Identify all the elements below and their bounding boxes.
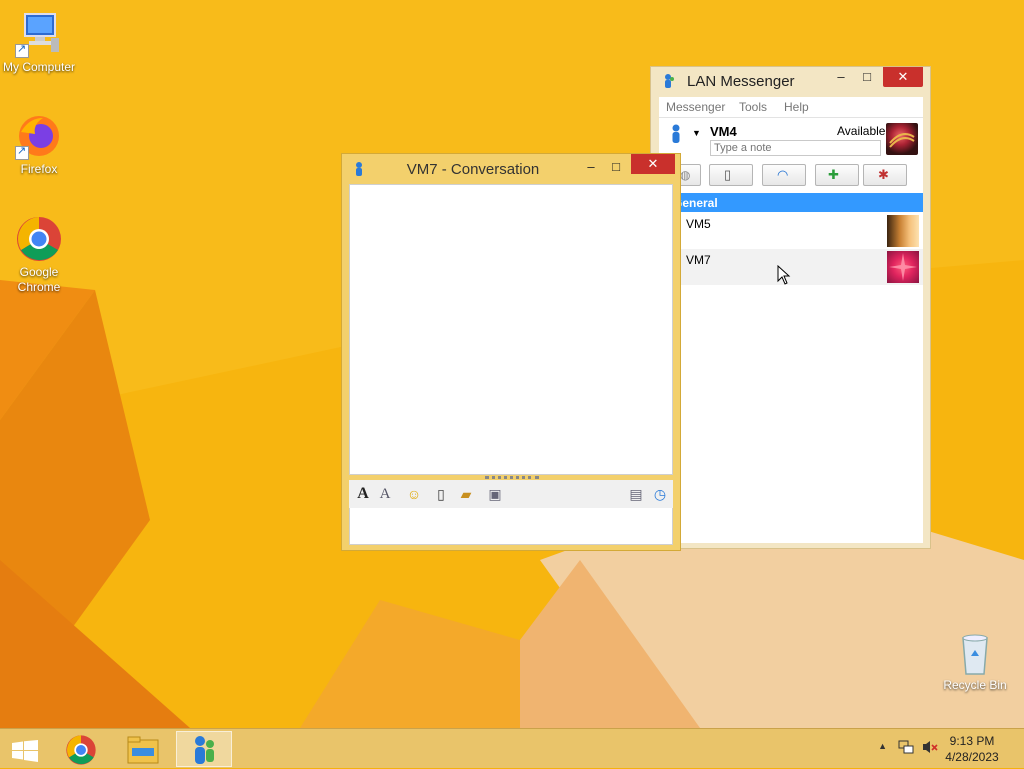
maximize-button[interactable]: □ (606, 157, 626, 177)
window-title: VM7 - Conversation (406, 161, 540, 178)
taskbar: ▲ 9:13 PM 4/28/2023 (0, 728, 1024, 768)
lan-messenger-icon (195, 736, 214, 764)
chat-icon: ◍ (680, 168, 691, 182)
computer-icon (15, 10, 63, 58)
menu-tools[interactable]: Tools (739, 100, 767, 114)
taskbar-chrome[interactable] (54, 731, 110, 767)
group-header[interactable]: General (659, 193, 923, 212)
desktop-icon-label: Recycle Bin (943, 678, 1007, 692)
lan-messenger-app-icon (661, 73, 675, 89)
clock-icon[interactable]: ◷ (651, 485, 669, 503)
shortcut-arrow-icon (15, 42, 29, 58)
send-file-icon[interactable]: ▯ (432, 485, 450, 503)
broadcast-icon: ◠ (777, 167, 789, 182)
mouse-cursor-icon (777, 265, 791, 285)
message-input[interactable] (349, 508, 673, 545)
chrome-icon (66, 735, 96, 765)
taskbar-file-explorer[interactable] (115, 731, 171, 767)
desktop-icon-label: My Computer (2, 60, 76, 74)
contact-avatar (887, 251, 919, 283)
add-contact-button[interactable]: ✚ (815, 164, 859, 186)
menu-messenger[interactable]: Messenger (666, 100, 725, 114)
network-icon[interactable] (898, 739, 914, 755)
contact-row[interactable]: VM5 (659, 213, 923, 249)
shortcut-arrow-icon (15, 144, 29, 160)
conversation-window[interactable]: VM7 - Conversation – □ ✕ A A ☺ ▯ ▰ ▣ ▤ ◷ (341, 153, 681, 551)
save-icon[interactable]: ▣ (486, 485, 504, 503)
minimize-button[interactable]: – (831, 67, 851, 87)
user-avatar[interactable] (886, 123, 918, 155)
menu-help[interactable]: Help (784, 100, 809, 114)
clock-time[interactable]: 9:13 PM (942, 734, 1002, 748)
taskbar-lan-messenger[interactable] (176, 731, 232, 767)
file-explorer-icon (127, 736, 159, 764)
chrome-icon (15, 215, 63, 263)
desktop-icon-recycle-bin[interactable]: Recycle Bin (935, 632, 1015, 693)
clock-date[interactable]: 4/28/2023 (937, 750, 1007, 764)
user-status: Available (837, 124, 886, 138)
broadcast-button[interactable]: ◠ (762, 164, 806, 186)
start-button[interactable] (0, 731, 48, 767)
user-name: VM4 (710, 124, 737, 139)
close-button[interactable]: ✕ (883, 67, 923, 87)
contacts-settings-icon: ✱ (878, 167, 889, 182)
font-color-icon[interactable]: A (376, 485, 394, 503)
desktop-icon-my-computer[interactable]: My Computer (0, 10, 79, 75)
menu-bar: Messenger Tools Help (659, 97, 923, 117)
font-icon[interactable]: A (354, 485, 372, 503)
contact-row[interactable]: VM7 (659, 249, 923, 285)
desktop-icon-google-chrome[interactable]: Google Chrome (0, 215, 79, 295)
contact-name: VM7 (686, 253, 711, 267)
window-title: LAN Messenger (687, 73, 795, 90)
recycle-bin-icon (951, 632, 999, 676)
maximize-button[interactable]: □ (856, 67, 878, 87)
close-button[interactable]: ✕ (631, 154, 675, 174)
firefox-icon (15, 112, 63, 160)
contacts-settings-button[interactable]: ✱ (863, 164, 907, 186)
desktop-icon-firefox[interactable]: Firefox (0, 112, 79, 177)
note-input[interactable] (710, 140, 881, 156)
volume-muted-icon[interactable] (922, 739, 938, 755)
desktop-icon-label: Firefox (20, 162, 58, 176)
contact-avatar (887, 215, 919, 247)
status-dropdown-icon[interactable]: ▼ (692, 128, 701, 138)
minimize-button[interactable]: – (582, 157, 600, 177)
lan-messenger-client-area: ▼ VM4 Available ◍ ▯ ◠ ✚ ✱ General VM5 (659, 117, 923, 543)
desktop-icon-label: Google Chrome (17, 265, 61, 294)
file-transfer-icon: ▯ (724, 167, 732, 182)
send-folder-icon[interactable]: ▰ (457, 485, 475, 503)
user-status-icon[interactable] (669, 124, 683, 144)
start-icon (12, 740, 38, 762)
add-contact-icon: ✚ (828, 167, 839, 182)
message-toolbar: A A ☺ ▯ ▰ ▣ ▤ ◷ (349, 480, 673, 509)
history-icon[interactable]: ▤ (627, 485, 645, 503)
contact-name: VM5 (686, 217, 711, 231)
file-transfer-button[interactable]: ▯ (709, 164, 753, 186)
emoticon-icon[interactable]: ☺ (405, 485, 423, 503)
lan-messenger-window[interactable]: LAN Messenger – □ ✕ Messenger Tools Help… (650, 66, 931, 549)
show-hidden-icons-icon[interactable]: ▲ (878, 741, 887, 751)
message-history[interactable] (349, 184, 673, 475)
